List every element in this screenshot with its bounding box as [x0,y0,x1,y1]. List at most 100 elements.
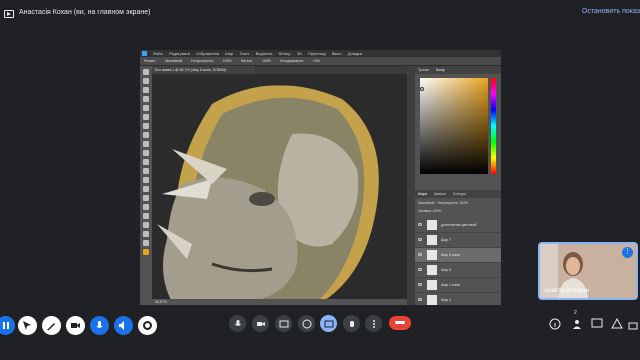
opacity-value[interactable]: 100% [223,57,232,65]
emoji-icon [302,319,311,328]
menu-item[interactable]: 3D [297,50,302,57]
artwork-canvas[interactable] [152,74,407,302]
layer-row[interactable]: дополнение цветовой [415,218,501,233]
menu-item[interactable]: Текст [239,50,249,57]
tab-layers[interactable]: Шари [418,190,427,198]
dodge-tool-icon[interactable] [143,186,149,192]
color-panel-tabs: Зразки Колір [415,66,501,74]
color-picker-cursor[interactable] [420,87,424,91]
layer-thumbnail [427,295,437,305]
flow-value[interactable]: 100% [262,57,271,65]
menu-item[interactable]: Шар [225,50,233,57]
tab-channels[interactable]: Канали [434,190,446,198]
brush-tool-icon[interactable] [143,132,149,138]
layer-blend-mode-select[interactable]: Звичайний [418,201,434,205]
shared-screen: Файл Редагувати Зображення Шар Текст Вид… [140,50,501,305]
marquee-tool-icon[interactable] [143,78,149,84]
healing-tool-icon[interactable] [143,123,149,129]
visibility-eye-icon[interactable] [418,298,422,301]
triceratops-artwork [152,74,407,302]
pen-tool-button[interactable] [42,316,61,335]
visibility-eye-icon[interactable] [418,253,422,256]
blend-mode-select[interactable]: Звичайний [165,57,183,65]
option-label: Непрозорість: [191,59,214,63]
activities-icon[interactable] [611,318,623,330]
stop-presenting-button[interactable]: Остановить показ [582,8,640,15]
menu-item[interactable]: Файл [153,50,163,57]
layer-name: Шар 7 [441,238,452,242]
menu-item[interactable]: Фільтр [279,50,291,57]
crop-tool-icon[interactable] [143,105,149,111]
menu-item[interactable]: Редагувати [169,50,190,57]
path-select-tool-icon[interactable] [143,213,149,219]
visibility-eye-icon[interactable] [418,268,422,271]
zoom-tool-icon[interactable] [143,240,149,246]
menu-item[interactable]: Зображення [196,50,219,57]
menu-item[interactable]: Перегляд [308,50,326,57]
tab-swatches[interactable]: Зразки [418,66,429,74]
color-swatches-icon[interactable] [143,249,149,255]
raise-hand-button[interactable] [343,315,360,332]
visibility-eye-icon[interactable] [418,223,422,226]
menu-item[interactable]: Виділити [256,50,273,57]
more-options-button[interactable] [365,315,382,332]
tab-paths[interactable]: Контури [453,190,466,198]
lock-icon[interactable] [627,318,639,330]
document-tab[interactable]: Без назви-1 @ 66,7% (Шар 6 копія, RGB/8#… [152,66,255,74]
self-view-tile[interactable]: ⋮ Анастасія Кохан [538,242,638,300]
history-brush-tool-icon[interactable] [143,150,149,156]
layer-row[interactable]: Шар 6 [415,263,501,278]
layer-row[interactable]: Шар 1 [415,293,501,305]
menu-item[interactable]: Довідка [348,50,362,57]
smoothing-value[interactable]: 10% [313,57,320,65]
captions-button[interactable] [275,315,292,332]
present-screen-button[interactable] [320,315,337,332]
pointer-tool-button[interactable] [18,316,37,335]
audio-overlay-button[interactable] [114,316,133,335]
self-view-name: Анастасія Кохан [544,288,590,294]
visibility-eye-icon[interactable] [418,283,422,286]
stamp-tool-icon[interactable] [143,141,149,147]
pen-tool-icon[interactable] [143,195,149,201]
microphone-icon [234,319,241,326]
camera-button[interactable] [252,315,269,332]
eyedropper-tool-icon[interactable] [143,114,149,120]
layer-name: Шар 6 [441,268,452,272]
hand-tool-icon[interactable] [143,231,149,237]
emoji-button[interactable] [298,315,315,332]
blur-tool-icon[interactable] [143,177,149,183]
layer-thumbnail [427,235,437,245]
microphone-button[interactable] [229,315,246,332]
more-options-icon[interactable]: ⋮ [622,247,633,258]
lasso-tool-icon[interactable] [143,87,149,93]
camera-overlay-button[interactable] [66,316,85,335]
type-tool-icon[interactable] [143,204,149,210]
chat-icon[interactable] [591,318,603,330]
tab-color[interactable]: Колір [436,66,445,74]
layer-name: Шар 1 копія [441,283,461,287]
screen-share-icon [4,10,14,18]
collapsed-panel-strip[interactable] [407,66,415,305]
layer-thumbnail [427,265,437,275]
end-call-button[interactable] [389,316,411,330]
layer-fill[interactable]: Заливка: 100% [418,209,441,213]
quick-select-tool-icon[interactable] [143,96,149,102]
move-tool-icon[interactable] [143,69,149,75]
info-icon[interactable] [549,318,561,330]
hue-slider[interactable] [491,78,496,174]
color-picker-field[interactable] [420,78,488,174]
menu-item[interactable]: Вікно [332,50,342,57]
settings-overlay-button[interactable] [138,316,157,335]
visibility-eye-icon[interactable] [418,238,422,241]
layer-row-selected[interactable]: Шар 6 копія [415,248,501,263]
layer-row[interactable]: Шар 7 [415,233,501,248]
shape-tool-icon[interactable] [143,222,149,228]
pause-button[interactable] [0,316,15,335]
gradient-tool-icon[interactable] [143,168,149,174]
people-icon[interactable] [571,318,583,330]
mic-overlay-button[interactable] [90,316,109,335]
layer-row[interactable]: Шар 1 копія [415,278,501,293]
layer-opacity[interactable]: Непрозорість: 100% [437,201,468,205]
eraser-tool-icon[interactable] [143,159,149,165]
option-label: Натиск: [240,59,253,63]
